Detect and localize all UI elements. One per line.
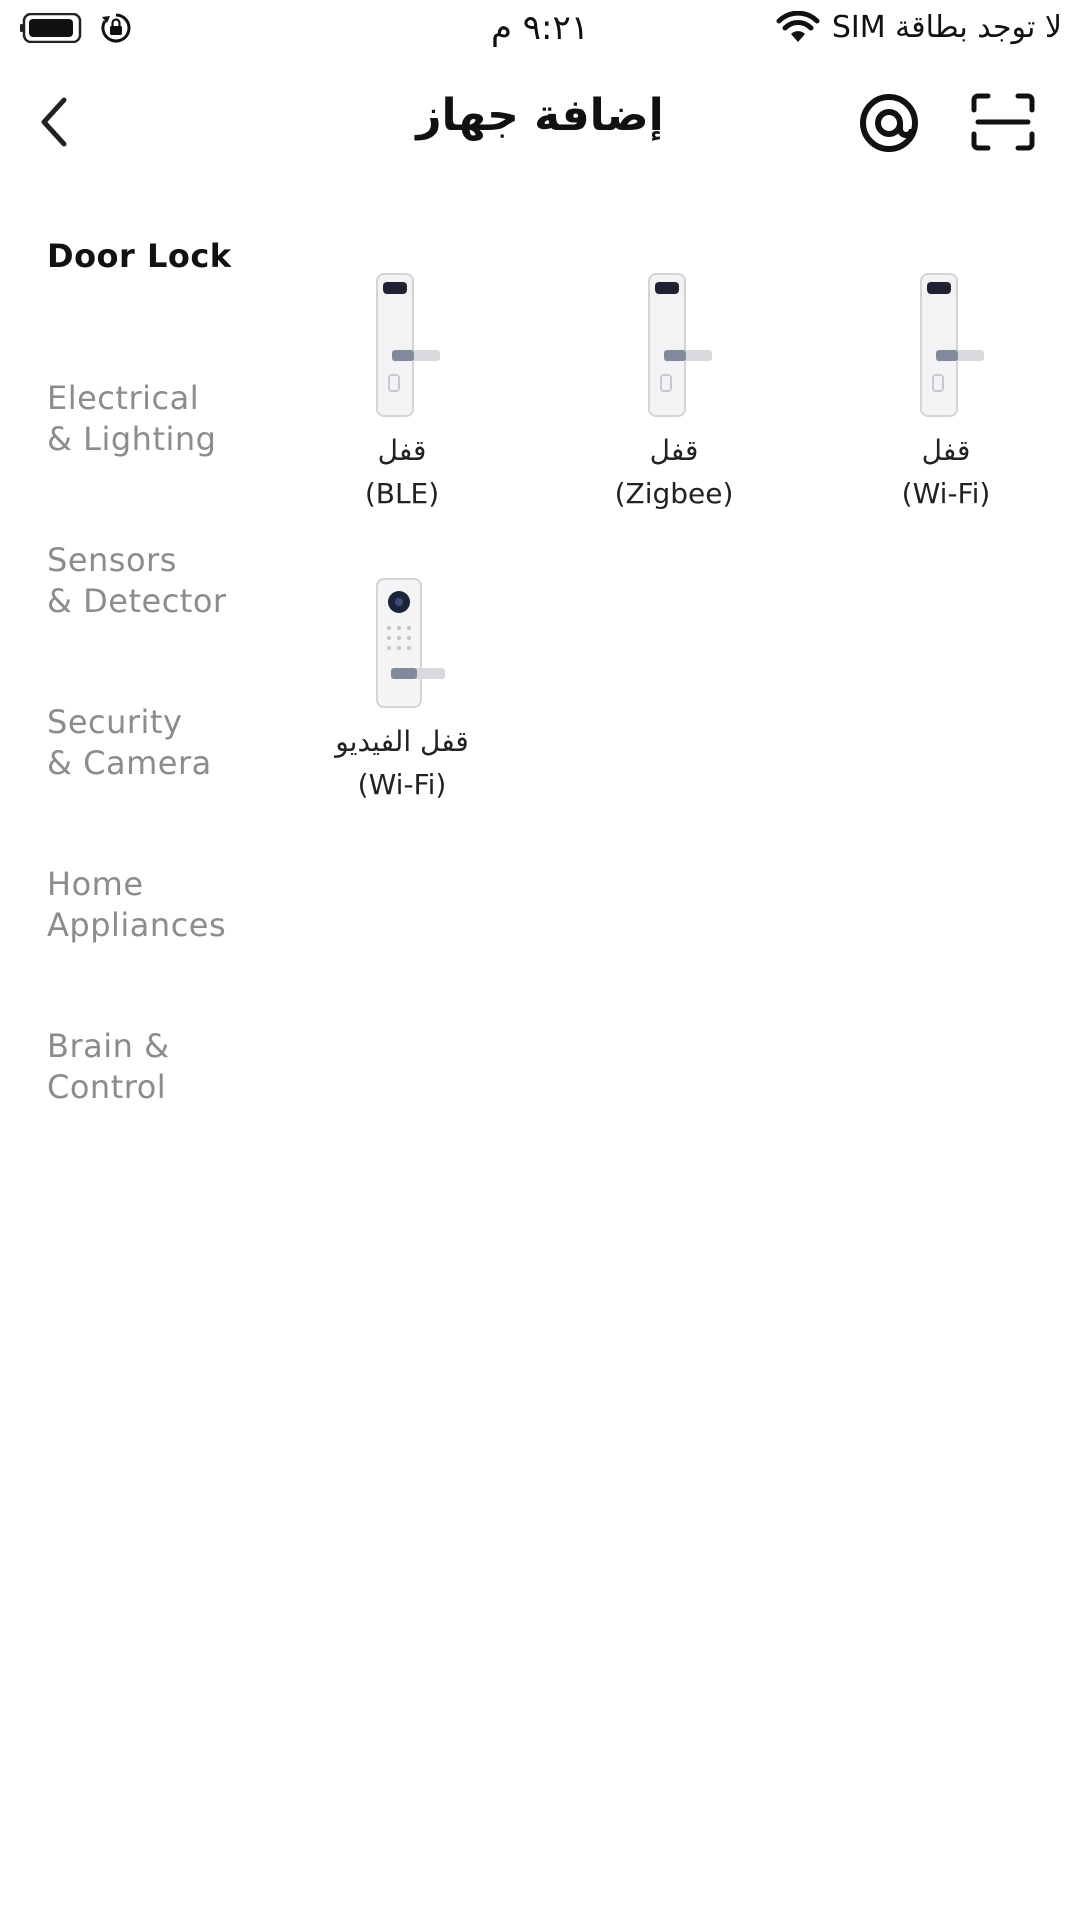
carrier-status: لا توجد بطاقة SIM bbox=[776, 10, 1062, 45]
category-sensors-detector[interactable]: Sensors & Detector bbox=[47, 540, 227, 622]
device-item-video-lock-wifi[interactable]: قفل الفيديو (Wi-Fi) bbox=[302, 576, 502, 801]
door-lock-icon bbox=[648, 273, 712, 417]
device-protocol: (Zigbee) bbox=[614, 477, 734, 510]
device-name: قفل bbox=[649, 434, 699, 467]
device-protocol: (BLE) bbox=[364, 477, 440, 510]
scan-icon[interactable] bbox=[970, 92, 1036, 152]
video-lock-icon bbox=[376, 578, 445, 708]
category-brain-control[interactable]: Brain & Control bbox=[47, 1026, 170, 1108]
device-name: قفل الفيديو bbox=[335, 725, 469, 758]
carrier-label: لا توجد بطاقة SIM bbox=[831, 10, 1062, 45]
device-item-lock-ble[interactable]: قفل (BLE) bbox=[302, 270, 502, 510]
device-item-lock-wifi[interactable]: قفل (Wi-Fi) bbox=[846, 270, 1046, 510]
category-home-appliances[interactable]: Home Appliances bbox=[47, 864, 226, 946]
category-electrical-lighting[interactable]: Electrical & Lighting bbox=[47, 378, 216, 460]
device-name: قفل bbox=[377, 434, 427, 467]
nav-bar: إضافة جهاز bbox=[0, 60, 1080, 180]
status-bar: ٩:٢١ م لا توجد بطاقة SIM bbox=[0, 0, 1080, 60]
door-lock-icon bbox=[920, 273, 984, 417]
device-item-lock-zigbee[interactable]: قفل (Zigbee) bbox=[574, 270, 774, 510]
wifi-icon bbox=[776, 10, 820, 42]
device-protocol: (Wi-Fi) bbox=[901, 477, 991, 510]
at-sign-icon[interactable] bbox=[858, 92, 920, 154]
battery-icon bbox=[20, 13, 82, 43]
device-name: قفل bbox=[921, 434, 971, 467]
door-lock-icon bbox=[376, 273, 440, 417]
device-protocol: (Wi-Fi) bbox=[357, 768, 447, 801]
status-time: ٩:٢١ م bbox=[490, 8, 590, 48]
rotation-lock-icon bbox=[101, 13, 131, 43]
category-door-lock[interactable]: Door Lock bbox=[47, 236, 232, 277]
category-security-camera[interactable]: Security & Camera bbox=[47, 702, 212, 784]
